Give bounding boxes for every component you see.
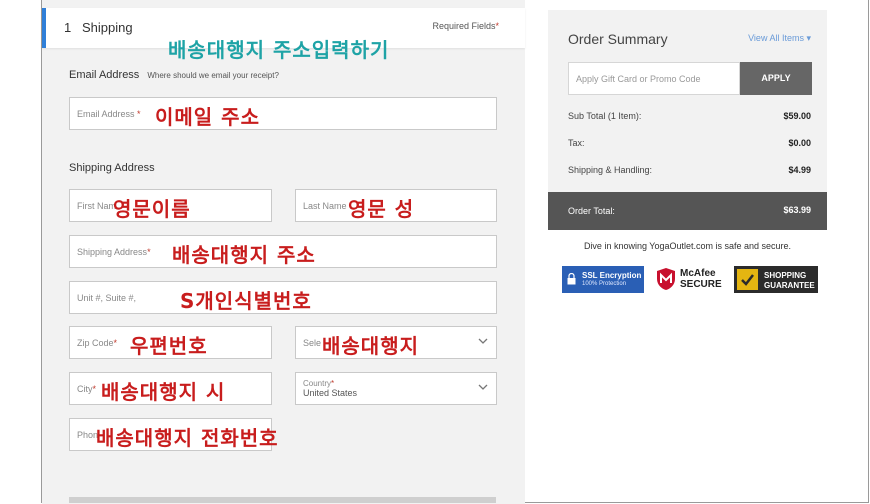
subtotal-value: $59.00 <box>783 111 811 121</box>
subtotal-label: Sub Total (1 Item): <box>568 111 642 121</box>
ssl-badge: SSL Encryption 100% Protection <box>562 266 644 293</box>
phone-placeholder: Phon <box>77 430 99 440</box>
shipping-address-placeholder: Shipping Address* <box>77 247 151 257</box>
overlay-city: 배송대행지 시 <box>101 380 226 404</box>
chevron-down-icon: ▾ <box>806 33 811 43</box>
chevron-down-icon <box>478 338 488 344</box>
shipping-address-label: Shipping Address <box>69 162 155 174</box>
order-summary-title: Order Summary <box>568 31 668 47</box>
ssl-subtitle: 100% Protection <box>582 281 627 287</box>
chevron-down-icon <box>478 384 488 390</box>
first-name-placeholder: First Nam <box>77 201 116 211</box>
mcafee-subtitle: SECURE <box>680 279 722 290</box>
secure-note: Dive in knowing YogaOutlet.com is safe a… <box>583 241 792 251</box>
shopping-guarantee-badge: SHOPPING GUARANTEE <box>734 266 818 293</box>
lock-icon <box>567 273 576 285</box>
shopping-title: SHOPPING <box>764 271 807 280</box>
country-value: United States <box>303 388 358 398</box>
email-hint: Where should we email your receipt? <box>147 71 279 80</box>
step-number: 1 <box>64 20 72 35</box>
next-section-bar <box>69 497 496 503</box>
tax-label: Tax: <box>568 138 585 148</box>
overlay-address: 배송대행지 주소 <box>172 243 316 267</box>
promo-placeholder: Apply Gift Card or Promo Code <box>576 74 701 84</box>
email-section-label: Email Address Where should we email your … <box>69 69 279 81</box>
promo-code-input[interactable]: Apply Gift Card or Promo Code <box>568 62 740 95</box>
overlay-phone: 배송대행지 전화번호 <box>96 426 279 450</box>
unit-suite-placeholder: Unit #, Suite #, <box>77 293 137 303</box>
zip-code-placeholder: Zip Code* <box>77 338 118 348</box>
last-name-placeholder: Last Name <box>303 201 347 211</box>
checkmark-icon <box>737 269 758 290</box>
order-total-label: Order Total: <box>568 206 615 216</box>
ssl-title: SSL Encryption <box>582 271 642 280</box>
shipping-handling-label: Shipping & Handling: <box>568 165 653 175</box>
state-placeholder: Sele <box>303 338 322 348</box>
tax-value: $0.00 <box>788 138 811 148</box>
overlay-state: 배송대행지 <box>322 334 419 358</box>
view-all-items-link[interactable]: View All Items ▾ <box>748 33 811 44</box>
country-label: Country* <box>303 379 335 388</box>
step-title: Shipping <box>82 20 133 35</box>
shipping-handling-value: $4.99 <box>788 165 811 175</box>
city-placeholder: City* <box>77 384 97 394</box>
email-placeholder: Email Address * <box>77 109 141 119</box>
apply-button[interactable]: APPLY <box>740 62 812 95</box>
overlay-first-name: 영문이름 <box>113 197 191 221</box>
order-total-bar: Order Total: $63.99 <box>548 192 827 230</box>
overlay-last-name: 영문 성 <box>348 197 415 221</box>
order-total-value: $63.99 <box>783 205 811 215</box>
required-fields-note: Required Fields* <box>432 21 499 31</box>
overlay-email: 이메일 주소 <box>155 105 260 129</box>
shopping-subtitle: GUARANTEE <box>764 281 815 290</box>
overlay-section-title: 배송대행지 주소입력하기 <box>168 38 390 62</box>
mcafee-title: McAfee <box>680 268 716 279</box>
mcafee-badge: McAfee SECURE <box>656 266 724 293</box>
overlay-unit: S개인식별번호 <box>180 289 312 313</box>
overlay-zip: 우편번호 <box>130 334 208 358</box>
email-field[interactable]: Email Address * <box>69 97 497 130</box>
country-select[interactable]: Country* United States <box>295 372 497 405</box>
mcafee-shield-icon <box>657 268 675 290</box>
